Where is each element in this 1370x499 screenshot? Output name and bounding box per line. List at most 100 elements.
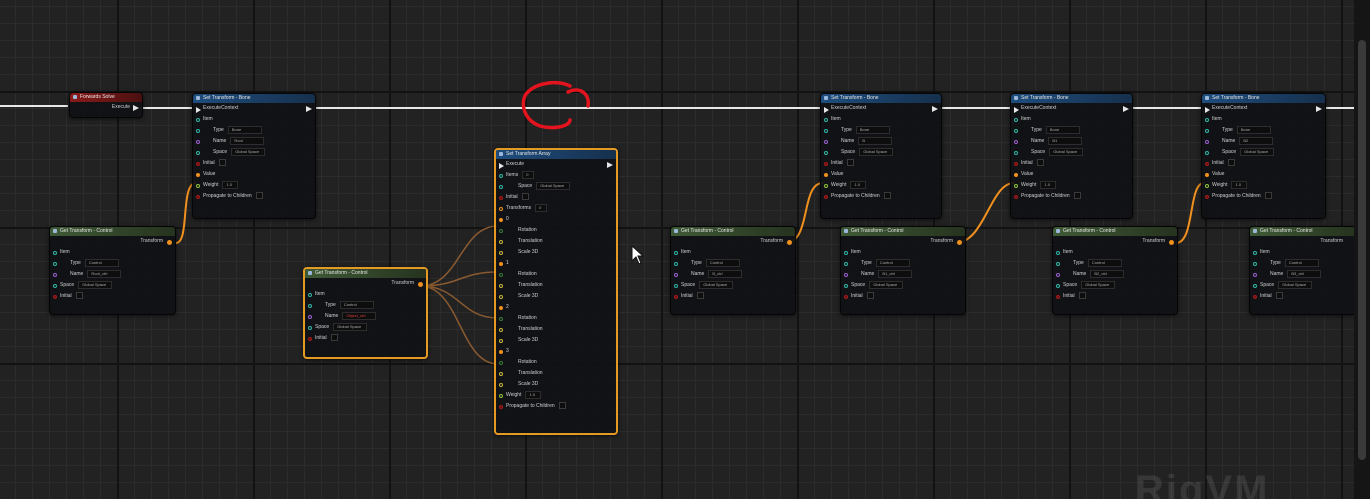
exec-in-pin[interactable] <box>499 163 504 169</box>
item-pin[interactable] <box>308 293 312 297</box>
name-pin[interactable] <box>1205 140 1209 144</box>
set-transform-array-node[interactable]: Set Transform Array Execute Items 0 Space… <box>494 148 618 435</box>
get-transform-control-node[interactable]: Get Transform - Control Transform Item T… <box>1052 226 1178 315</box>
node-header[interactable]: Get Transform - Control <box>841 227 965 236</box>
weight-input[interactable]: 1.0 <box>850 180 867 189</box>
space-dropdown[interactable]: Global Space <box>1240 147 1275 156</box>
name-dropdown[interactable]: B <box>858 136 893 145</box>
item-pin[interactable] <box>824 118 828 122</box>
name-dropdown[interactable]: B2_ctrl <box>1090 269 1125 278</box>
type-dropdown[interactable]: Control <box>1284 258 1319 267</box>
type-dropdown[interactable]: Bone <box>1236 125 1271 134</box>
initial-pin[interactable] <box>844 295 848 299</box>
transform-out-pin[interactable] <box>418 282 423 287</box>
initial-checkbox[interactable] <box>1078 292 1086 300</box>
scrollbar-thumb[interactable] <box>1358 40 1366 460</box>
node-header[interactable]: Set Transform - Bone <box>193 94 315 103</box>
space-pin[interactable] <box>844 284 848 288</box>
initial-pin[interactable] <box>1014 162 1018 166</box>
type-pin[interactable] <box>308 304 312 308</box>
propagate-pin[interactable] <box>1205 195 1209 199</box>
get-transform-control-node-selected[interactable]: Get Transform - Control Transform Item T… <box>303 267 428 359</box>
node-header[interactable]: Get Transform - Control <box>50 227 175 236</box>
initial-checkbox[interactable] <box>1036 159 1044 167</box>
weight-pin[interactable] <box>499 394 503 398</box>
initial-checkbox[interactable] <box>330 334 338 342</box>
name-pin[interactable] <box>824 140 828 144</box>
name-dropdown[interactable]: B1 <box>1048 136 1083 145</box>
rotation-pin[interactable] <box>499 229 503 233</box>
item-pin[interactable] <box>196 118 200 122</box>
name-pin[interactable] <box>1056 273 1060 277</box>
space-pin[interactable] <box>308 326 312 330</box>
weight-pin[interactable] <box>824 184 828 188</box>
name-dropdown[interactable]: Object_ctrl <box>342 311 377 320</box>
space-pin[interactable] <box>499 185 503 189</box>
space-pin[interactable] <box>196 151 200 155</box>
exec-out-pin[interactable] <box>306 106 312 112</box>
vertical-scrollbar[interactable] <box>1354 0 1370 499</box>
space-dropdown[interactable]: Global Space <box>699 280 734 289</box>
item-pin[interactable] <box>1056 251 1060 255</box>
get-transform-control-node[interactable]: Get Transform - Control Transform Item T… <box>49 226 176 315</box>
type-pin[interactable] <box>196 129 200 133</box>
initial-checkbox[interactable] <box>866 292 874 300</box>
value-pin[interactable] <box>196 173 200 177</box>
initial-pin[interactable] <box>1205 162 1209 166</box>
item-pin[interactable] <box>53 251 57 255</box>
initial-checkbox[interactable] <box>846 159 854 167</box>
exec-in-pin[interactable] <box>1014 107 1019 113</box>
space-pin[interactable] <box>1205 151 1209 155</box>
exec-out-pin[interactable] <box>607 162 613 168</box>
initial-checkbox[interactable] <box>75 292 83 300</box>
space-dropdown[interactable]: Global Space <box>1049 147 1084 156</box>
name-pin[interactable] <box>1014 140 1018 144</box>
initial-checkbox[interactable] <box>1275 292 1283 300</box>
space-pin[interactable] <box>1253 284 1257 288</box>
name-pin[interactable] <box>844 273 848 277</box>
weight-input[interactable]: 1.0 <box>222 180 239 189</box>
type-pin[interactable] <box>674 262 678 266</box>
space-pin[interactable] <box>1014 151 1018 155</box>
item-pin[interactable] <box>1014 118 1018 122</box>
value-pin[interactable] <box>1205 173 1209 177</box>
name-dropdown[interactable]: B2 <box>1239 136 1274 145</box>
initial-pin[interactable] <box>499 196 503 200</box>
space-pin[interactable] <box>824 151 828 155</box>
propagate-checkbox[interactable] <box>255 192 263 200</box>
exec-out-pin[interactable] <box>1316 106 1322 112</box>
name-pin[interactable] <box>196 140 200 144</box>
space-dropdown[interactable]: Global Space <box>859 147 894 156</box>
space-dropdown[interactable]: Global Space <box>333 322 368 331</box>
type-pin[interactable] <box>1014 129 1018 133</box>
element-pin[interactable] <box>499 306 503 310</box>
initial-checkbox[interactable] <box>1227 159 1235 167</box>
transform-out-pin[interactable] <box>1169 240 1174 245</box>
propagate-pin[interactable] <box>824 195 828 199</box>
item-pin[interactable] <box>1205 118 1209 122</box>
transform-out-pin[interactable] <box>167 240 172 245</box>
node-header[interactable]: Get Transform - Control <box>1250 227 1354 236</box>
type-pin[interactable] <box>844 262 848 266</box>
get-transform-control-node[interactable]: Get Transform - Control Transform Item T… <box>840 226 966 315</box>
weight-pin[interactable] <box>1014 184 1018 188</box>
item-pin[interactable] <box>844 251 848 255</box>
exec-in-pin[interactable] <box>1205 107 1210 113</box>
type-dropdown[interactable]: Control <box>705 258 740 267</box>
transform-out-pin[interactable] <box>787 240 792 245</box>
initial-pin[interactable] <box>824 162 828 166</box>
propagate-checkbox[interactable] <box>1264 192 1272 200</box>
type-pin[interactable] <box>1253 262 1257 266</box>
exec-out-pin[interactable] <box>1123 106 1129 112</box>
type-pin[interactable] <box>1056 262 1060 266</box>
exec-out-pin[interactable] <box>133 105 139 111</box>
initial-pin[interactable] <box>674 295 678 299</box>
name-dropdown[interactable]: Root_ctrl <box>87 269 122 278</box>
initial-pin[interactable] <box>1056 295 1060 299</box>
initial-pin[interactable] <box>1253 295 1257 299</box>
initial-checkbox[interactable] <box>521 193 529 201</box>
name-dropdown[interactable]: B_ctrl <box>708 269 743 278</box>
propagate-pin[interactable] <box>196 195 200 199</box>
exec-out-pin[interactable] <box>932 106 938 112</box>
space-pin[interactable] <box>53 284 57 288</box>
